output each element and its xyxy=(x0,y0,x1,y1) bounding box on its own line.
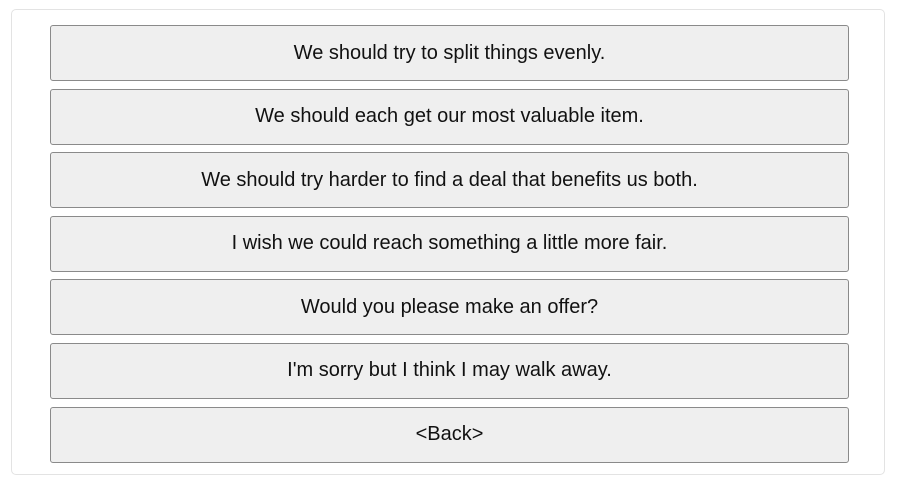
option-more-fair-button[interactable]: I wish we could reach something a little… xyxy=(50,215,849,272)
option-split-evenly-button[interactable]: We should try to split things evenly. xyxy=(50,25,849,81)
back-button[interactable]: <Back> xyxy=(50,406,849,463)
response-options-list: We should try to split things evenly. We… xyxy=(50,25,849,463)
option-deal-benefits-both-button[interactable]: We should try harder to find a deal that… xyxy=(50,152,849,209)
option-make-offer-button[interactable]: Would you please make an offer? xyxy=(50,279,849,336)
option-most-valuable-item-button[interactable]: We should each get our most valuable ite… xyxy=(50,88,849,145)
option-walk-away-button[interactable]: I'm sorry but I think I may walk away. xyxy=(50,342,849,399)
